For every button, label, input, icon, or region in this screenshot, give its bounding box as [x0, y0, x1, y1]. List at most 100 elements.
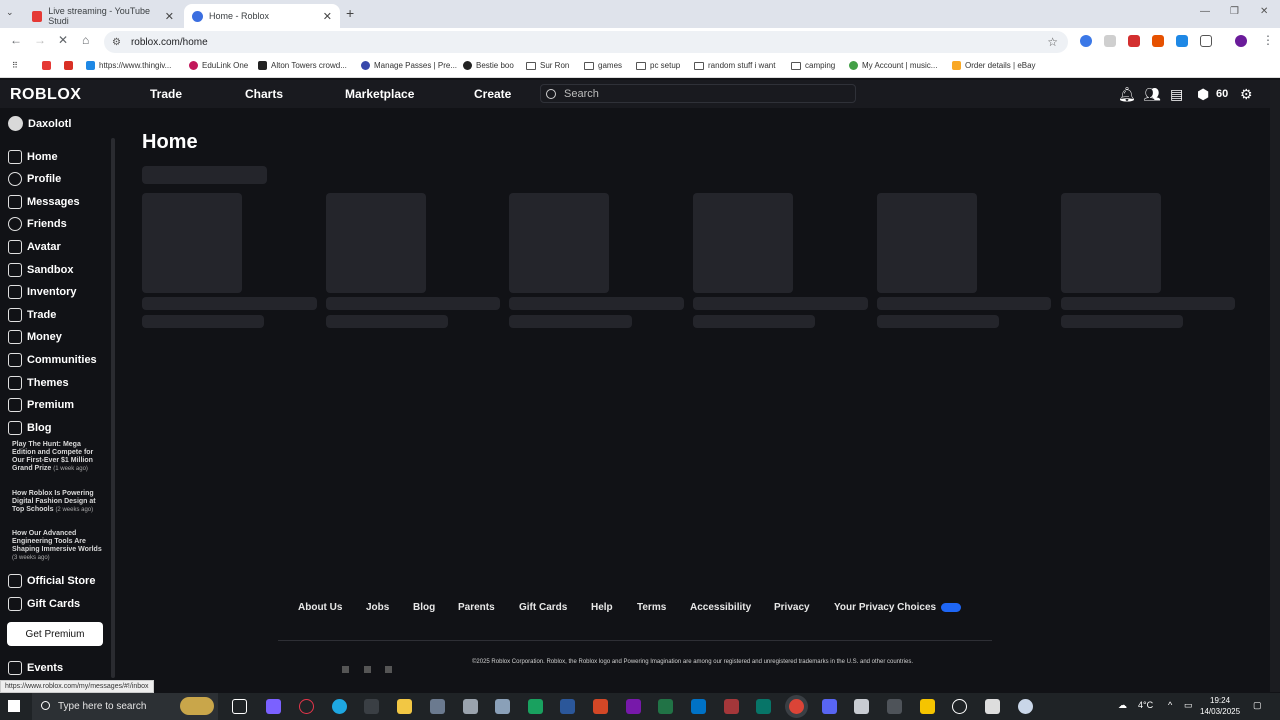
- footer-link-help[interactable]: Help: [591, 602, 613, 613]
- roblox-studio-icon[interactable]: [952, 699, 967, 714]
- bookmark-folder[interactable]: random stuff i want: [694, 61, 775, 70]
- sidebar-item-avatar[interactable]: Avatar: [8, 240, 61, 254]
- sidebar-item-inventory[interactable]: Inventory: [8, 285, 77, 299]
- get-premium-button[interactable]: Get Premium: [7, 622, 103, 646]
- tab-youtube-studio[interactable]: Live streaming - YouTube Studi ✕: [24, 4, 182, 28]
- friends-icon[interactable]: 👥︎: [1143, 86, 1161, 103]
- bookmark-folder[interactable]: Sur Ron: [526, 61, 569, 70]
- footer-link-gift-cards[interactable]: Gift Cards: [519, 602, 567, 613]
- site-info-icon[interactable]: ⚙: [112, 37, 121, 48]
- app-icon[interactable]: [495, 699, 510, 714]
- app-icon[interactable]: [985, 699, 1000, 714]
- footer-link-about[interactable]: About Us: [298, 602, 342, 613]
- bookmark-item[interactable]: Bestie boo: [463, 61, 514, 70]
- task-view-icon[interactable]: [232, 699, 247, 714]
- sidebar-item-official-store[interactable]: Official Store: [8, 574, 95, 588]
- extensions-puzzle-icon[interactable]: [1200, 35, 1212, 47]
- app-icon[interactable]: [430, 699, 445, 714]
- sidebar-item-sandbox[interactable]: Sandbox: [8, 263, 73, 277]
- footer-link-parents[interactable]: Parents: [458, 602, 495, 613]
- bookmark-item[interactable]: Manage Passes | Pre...: [361, 61, 457, 70]
- network-icon[interactable]: ▭: [1184, 700, 1193, 711]
- blog-post-link[interactable]: How Our Advanced Engineering Tools Are S…: [12, 530, 104, 562]
- stop-loading-icon[interactable]: ✕: [58, 33, 68, 47]
- outlook-icon[interactable]: [691, 699, 706, 714]
- sidebar-item-events[interactable]: Events: [8, 661, 63, 675]
- bookmark-folder[interactable]: pc setup: [636, 61, 680, 70]
- user-profile-link[interactable]: Daxolotl: [8, 116, 71, 131]
- robux-icon[interactable]: ⬢: [1197, 86, 1209, 103]
- robux-balance[interactable]: 60: [1216, 88, 1228, 100]
- bookmark-item[interactable]: EduLink One: [189, 61, 248, 70]
- sidebar-item-home[interactable]: Home: [8, 150, 58, 164]
- sidebar-item-trade[interactable]: Trade: [8, 308, 56, 322]
- footer-link-privacy[interactable]: Privacy: [774, 602, 810, 613]
- tab-roblox-home[interactable]: Home - Roblox ✕: [184, 4, 340, 28]
- footer-link-terms[interactable]: Terms: [637, 602, 666, 613]
- profile-avatar-icon[interactable]: [1235, 35, 1247, 47]
- opera-icon[interactable]: [299, 699, 314, 714]
- bookmark-item[interactable]: https://www.thingiv...: [86, 61, 171, 70]
- blog-post-link[interactable]: How Roblox Is Powering Digital Fashion D…: [12, 490, 104, 514]
- footer-link-blog[interactable]: Blog: [413, 602, 435, 613]
- extension-icon[interactable]: [1080, 35, 1092, 47]
- metamask-icon[interactable]: [1152, 35, 1164, 47]
- back-icon[interactable]: ←: [10, 33, 22, 47]
- extension-icon[interactable]: [1128, 35, 1140, 47]
- sidebar-scrollbar[interactable]: [111, 138, 115, 678]
- close-window-icon[interactable]: ✕: [1260, 6, 1268, 17]
- sidebar-item-gift-cards[interactable]: Gift Cards: [8, 597, 80, 611]
- nav-create[interactable]: Create: [474, 87, 511, 101]
- app-icon[interactable]: [887, 699, 902, 714]
- forward-icon[interactable]: →: [34, 33, 46, 47]
- excel-icon[interactable]: [658, 699, 673, 714]
- store-icon[interactable]: [364, 699, 379, 714]
- windows-start-icon[interactable]: [8, 700, 20, 712]
- bookmark-gmail[interactable]: [64, 61, 77, 70]
- maximize-icon[interactable]: ❐: [1230, 6, 1239, 17]
- notifications-bell-icon[interactable]: 🔔︎: [1118, 86, 1136, 103]
- tray-chevron-icon[interactable]: ^: [1168, 700, 1172, 710]
- bookmark-item[interactable]: Alton Towers crowd...: [258, 61, 347, 70]
- notifications-icon[interactable]: ▢: [1253, 700, 1262, 711]
- close-tab-icon[interactable]: ✕: [323, 10, 332, 23]
- sidebar-item-messages[interactable]: Messages: [8, 195, 80, 209]
- page-scrollbar[interactable]: [1270, 80, 1280, 692]
- footer-link-jobs[interactable]: Jobs: [366, 602, 389, 613]
- access-icon[interactable]: [724, 699, 739, 714]
- search-input[interactable]: Search: [540, 84, 856, 103]
- bookmark-youtube[interactable]: [42, 61, 55, 70]
- blog-post-link[interactable]: Play The Hunt: Mega Edition and Compete …: [12, 441, 104, 473]
- copilot-icon[interactable]: [266, 699, 281, 714]
- bookmark-star-icon[interactable]: ☆: [1047, 35, 1058, 49]
- chat-icon[interactable]: ▤: [1170, 86, 1183, 103]
- sidebar-item-themes[interactable]: Themes: [8, 376, 69, 390]
- bookmark-folder[interactable]: camping: [791, 61, 835, 70]
- chrome-icon[interactable]: [789, 699, 804, 714]
- bookmark-item[interactable]: My Account | music...: [849, 61, 937, 70]
- file-explorer-icon[interactable]: [397, 699, 412, 714]
- discord-icon[interactable]: [822, 699, 837, 714]
- footer-link-accessibility[interactable]: Accessibility: [690, 602, 751, 613]
- sidebar-item-communities[interactable]: Communities: [8, 353, 97, 367]
- settings-gear-icon[interactable]: ⚙: [1240, 86, 1253, 103]
- menu-kebab-icon[interactable]: ⋮: [1262, 33, 1274, 47]
- new-tab-icon[interactable]: +: [346, 5, 354, 21]
- close-tab-icon[interactable]: ✕: [165, 10, 174, 23]
- app-icon[interactable]: [1018, 699, 1033, 714]
- taskbar-search-input[interactable]: Type here to search: [32, 693, 218, 720]
- sidebar-item-blog[interactable]: Blog: [8, 421, 51, 435]
- apps-grid-icon[interactable]: ⠿: [12, 61, 18, 70]
- word-icon[interactable]: [560, 699, 575, 714]
- sidebar-item-premium[interactable]: Premium: [8, 398, 74, 412]
- sidebar-item-profile[interactable]: Profile: [8, 172, 61, 186]
- powerpoint-icon[interactable]: [593, 699, 608, 714]
- nav-marketplace[interactable]: Marketplace: [345, 87, 414, 101]
- home-icon[interactable]: ⌂: [82, 33, 89, 47]
- publisher-icon[interactable]: [756, 699, 771, 714]
- edge-icon[interactable]: [332, 699, 347, 714]
- minimize-icon[interactable]: —: [1200, 6, 1210, 17]
- extension-icon[interactable]: [1104, 35, 1116, 47]
- app-icon[interactable]: [528, 699, 543, 714]
- roblox-logo[interactable]: ROBLOX: [10, 86, 81, 104]
